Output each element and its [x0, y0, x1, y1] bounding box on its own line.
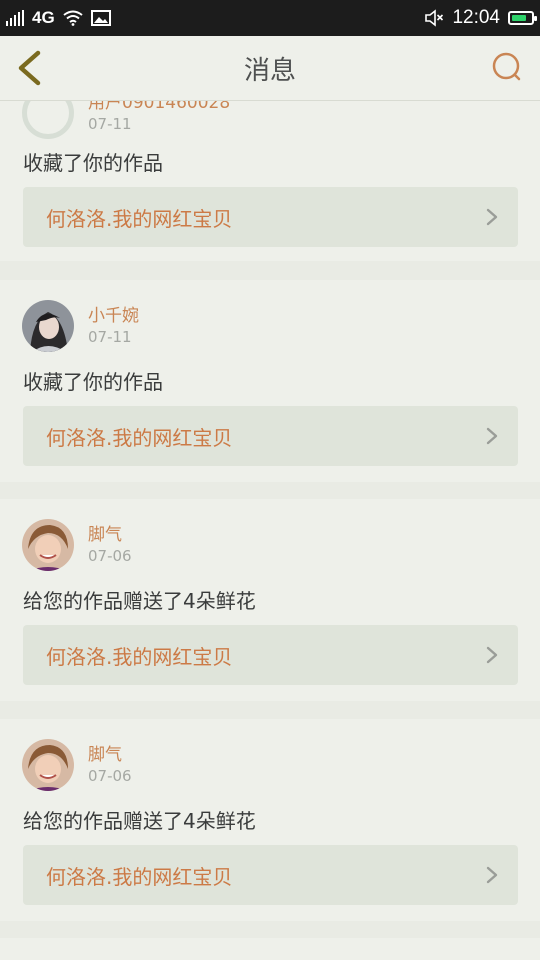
avatar[interactable] [22, 739, 74, 791]
avatar[interactable] [22, 519, 74, 571]
work-title: 何洛洛.我的网红宝贝 [46, 425, 233, 450]
action-text: 收藏了你的作品 [23, 370, 163, 394]
work-title: 何洛洛.我的网红宝贝 [46, 206, 233, 231]
message-card: 用户0901460028 07-11 收藏了你的作品 何洛洛.我的网红宝贝 [0, 101, 540, 261]
username[interactable]: 脚气 [88, 745, 132, 766]
wifi-icon [63, 10, 83, 26]
work-title: 何洛洛.我的网红宝贝 [46, 644, 233, 669]
message-card: 脚气 07-06 给您的作品赠送了4朵鲜花 何洛洛.我的网红宝贝 [0, 719, 540, 921]
battery-icon [508, 11, 537, 25]
mute-icon [425, 9, 444, 27]
search-icon[interactable] [488, 48, 528, 88]
clock: 12:04 [452, 7, 500, 28]
work-link[interactable]: 何洛洛.我的网红宝贝 [23, 406, 518, 466]
message-date: 07-06 [88, 546, 132, 565]
username[interactable]: 用户0901460028 [88, 101, 230, 114]
action-text: 给您的作品赠送了4朵鲜花 [23, 809, 256, 833]
avatar[interactable] [22, 300, 74, 352]
page-title: 消息 [243, 55, 296, 86]
image-icon [90, 10, 111, 26]
chevron-right-icon [486, 208, 498, 226]
chevron-right-icon [486, 427, 498, 445]
username[interactable]: 脚气 [88, 525, 132, 546]
work-link[interactable]: 何洛洛.我的网红宝贝 [23, 625, 518, 685]
message-date: 07-11 [88, 327, 132, 346]
message-card [0, 938, 540, 960]
back-chevron-icon[interactable] [12, 48, 52, 88]
signal-icon [6, 10, 24, 26]
work-link[interactable]: 何洛洛.我的网红宝贝 [23, 845, 518, 905]
network-type: 4G [32, 8, 55, 27]
nav-bar: 消息 [0, 36, 540, 101]
chevron-right-icon [486, 866, 498, 884]
message-list[interactable]: 用户0901460028 07-11 收藏了你的作品 何洛洛.我的网红宝贝 小千… [0, 101, 540, 960]
username[interactable]: 小千婉 [88, 306, 139, 327]
message-card: 小千婉 07-11 收藏了你的作品 何洛洛.我的网红宝贝 [0, 280, 540, 482]
status-bar: 4G 12:04 [0, 0, 540, 36]
message-date: 07-11 [88, 114, 132, 133]
work-title: 何洛洛.我的网红宝贝 [46, 864, 233, 889]
work-link[interactable]: 何洛洛.我的网红宝贝 [23, 187, 518, 247]
message-date: 07-06 [88, 766, 132, 785]
action-text: 收藏了你的作品 [23, 151, 163, 175]
action-text: 给您的作品赠送了4朵鲜花 [23, 589, 256, 613]
avatar[interactable] [22, 101, 74, 139]
message-card: 脚气 07-06 给您的作品赠送了4朵鲜花 何洛洛.我的网红宝贝 [0, 499, 540, 701]
chevron-right-icon [486, 646, 498, 664]
